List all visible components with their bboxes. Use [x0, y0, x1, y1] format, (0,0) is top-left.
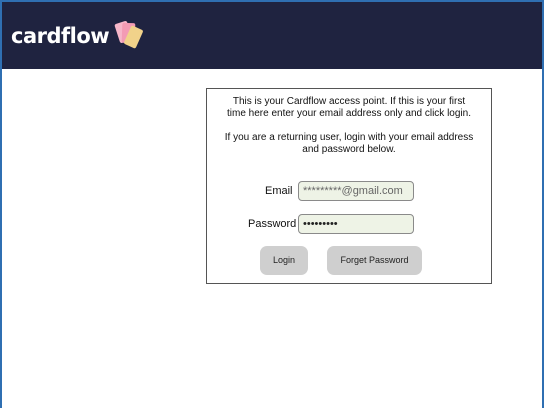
intro-line-1: This is your Cardflow access point. If t… [232, 96, 466, 107]
app-header: cardflow [0, 0, 544, 69]
email-label: Email [265, 185, 293, 197]
intro-message: This is your Cardflow access point. If t… [207, 96, 491, 120]
returning-user-message: If you are a returning user, login with … [207, 132, 491, 156]
login-panel: This is your Cardflow access point. If t… [206, 88, 492, 284]
cards-icon [111, 19, 144, 53]
password-label: Password [248, 218, 297, 230]
logo-text: cardflow [11, 24, 110, 48]
email-field[interactable]: *********@gmail.com [298, 181, 414, 201]
login-button[interactable]: Login [260, 246, 308, 275]
forgot-password-button[interactable]: Forget Password [327, 246, 422, 275]
returning-line-1: If you are a returning user, login with … [224, 132, 474, 143]
cardflow-logo[interactable]: cardflow [11, 19, 144, 53]
returning-line-2: and password below. [302, 144, 396, 155]
intro-line-2: time here enter your email address only … [226, 108, 471, 119]
password-field[interactable]: ••••••••• [298, 214, 414, 234]
